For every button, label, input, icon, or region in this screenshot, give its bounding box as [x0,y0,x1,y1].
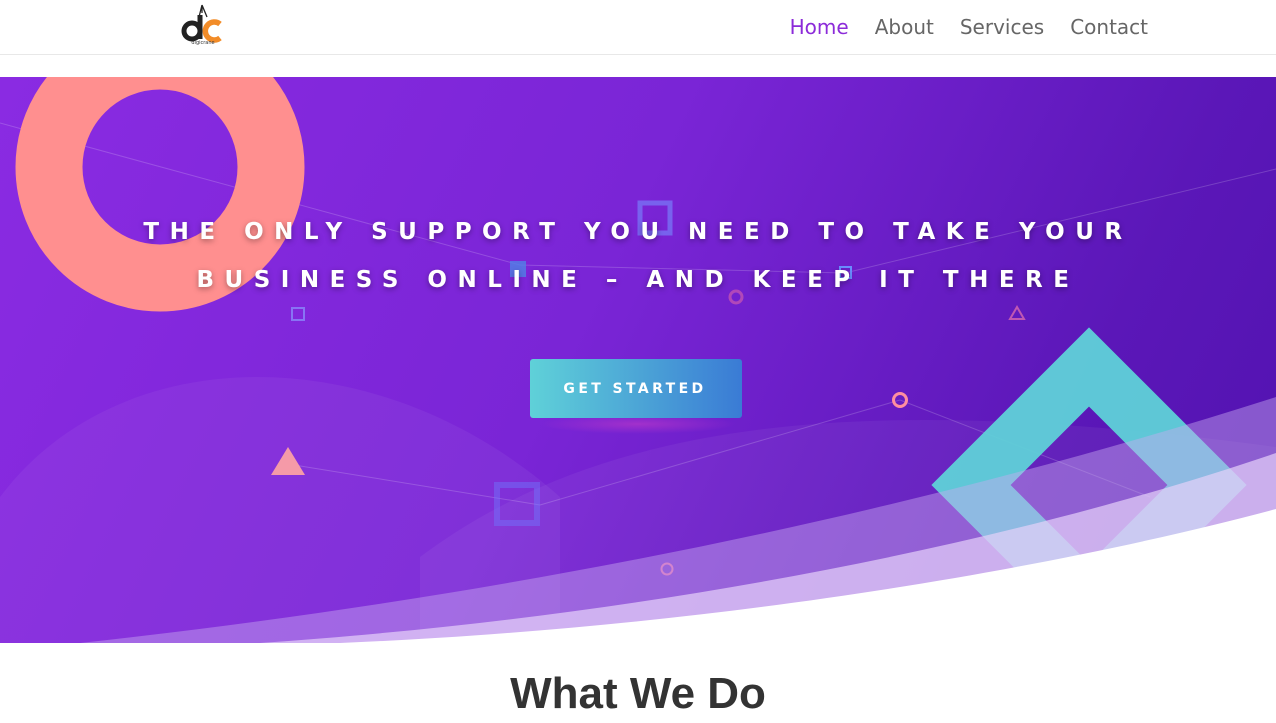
nav-home-link[interactable]: Home [790,12,849,42]
nav-contact-link[interactable]: Contact [1070,12,1148,42]
get-started-button[interactable]: GET STARTED [530,359,742,418]
section-title: What We Do [510,669,766,718]
site-logo[interactable]: digicrane [180,3,226,49]
nav-services-link[interactable]: Services [960,12,1044,42]
triangle-shape [1008,305,1026,320]
hero-headline-line-1: THE ONLY SUPPORT YOU NEED TO TAKE YOUR [143,219,1133,246]
square-shape [291,307,305,321]
site-header: digicrane Home About Services Contact [0,0,1276,55]
logo-tagline: digicrane [191,40,215,46]
hero-headline-line-2: BUSINESS ONLINE – AND KEEP IT THERE [196,267,1080,294]
crane-logo-icon [181,4,222,43]
hero-headline: THE ONLY SUPPORT YOU NEED TO TAKE YOUR B… [0,208,1276,304]
nav-about-link[interactable]: About [875,12,934,42]
hero-section: THE ONLY SUPPORT YOU NEED TO TAKE YOUR B… [0,77,1276,643]
main-nav: Home About Services Contact [790,12,1148,42]
